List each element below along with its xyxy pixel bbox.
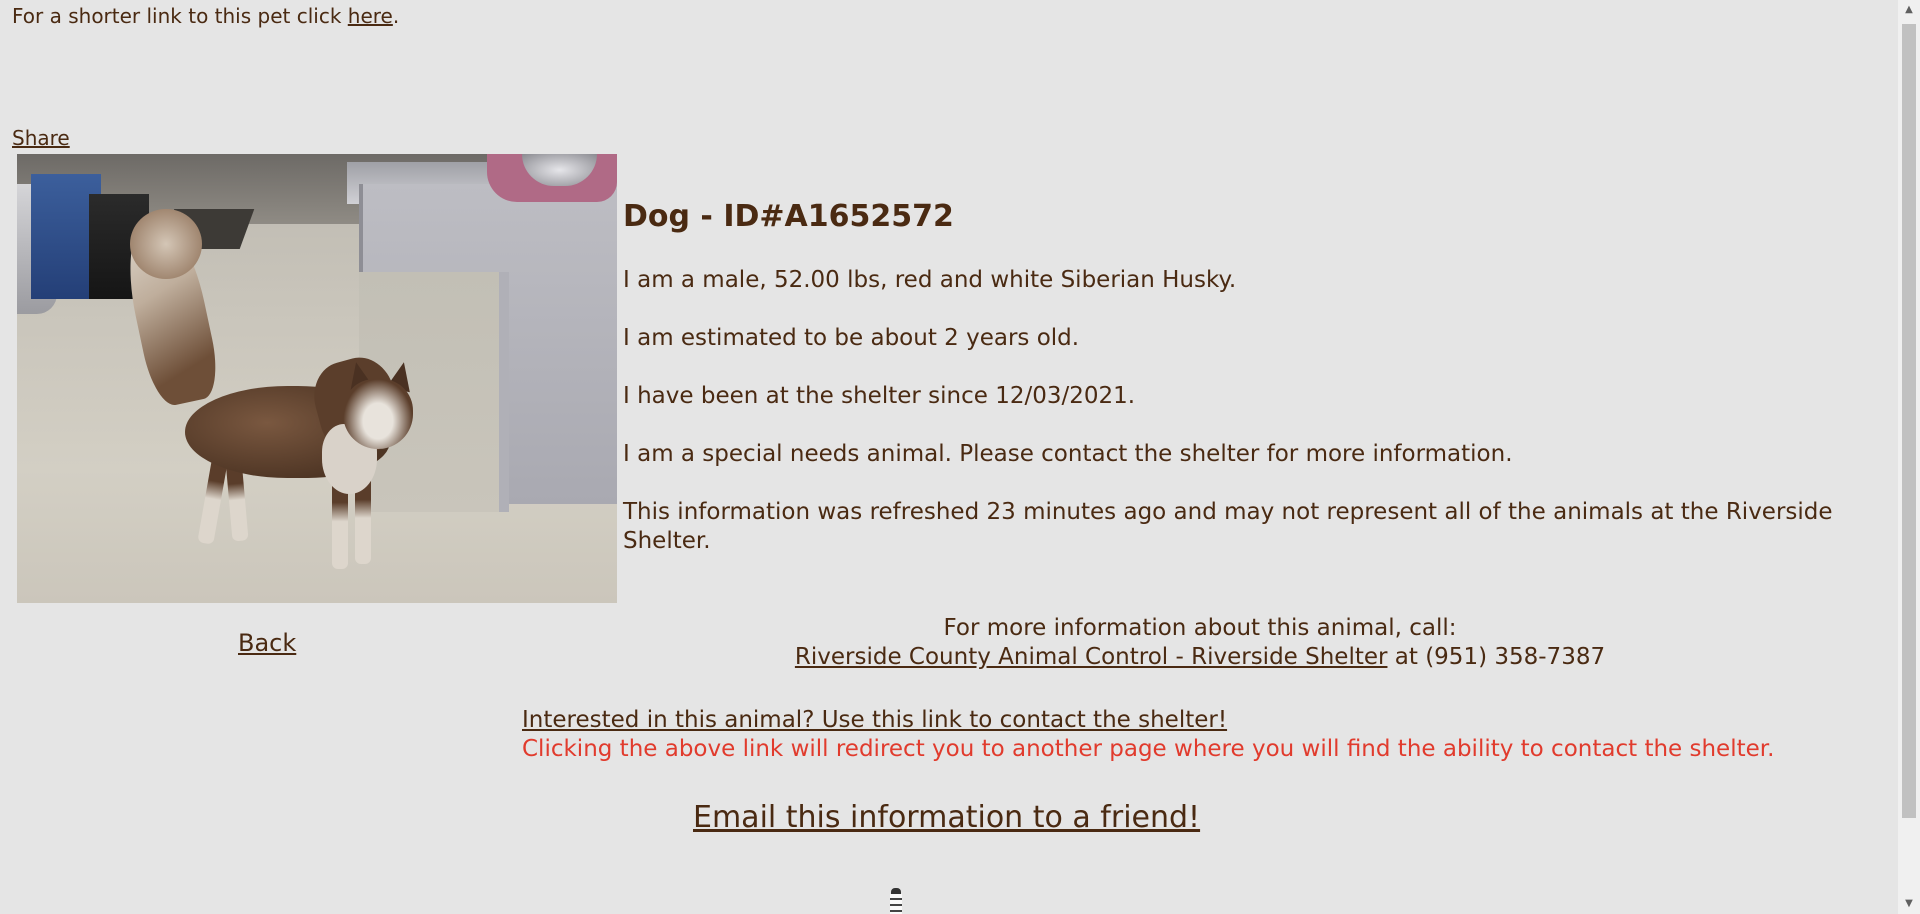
short-link-here[interactable]: here	[348, 4, 393, 28]
refresh-note: This information was refreshed 23 minute…	[623, 499, 1833, 554]
call-line: Riverside County Animal Control - Rivers…	[700, 643, 1700, 672]
share-link[interactable]: Share	[12, 126, 70, 150]
triangle-down-icon[interactable]: ▼	[1898, 894, 1920, 914]
call-info: For more information about this animal, …	[700, 614, 1700, 672]
redirect-warning: Clicking the above link will redirect yo…	[522, 736, 1775, 762]
animal-intake-date: I have been at the shelter since 12/03/2…	[623, 383, 1136, 409]
short-link-line: For a shorter link to this pet click her…	[12, 4, 399, 28]
shelter-link[interactable]: Riverside County Animal Control - Rivers…	[795, 644, 1388, 670]
scrollbar-thumb[interactable]	[1902, 24, 1916, 818]
pet-photo	[17, 154, 617, 603]
animal-description: I am a male, 52.00 lbs, red and white Si…	[623, 267, 1237, 293]
short-link-suffix: .	[392, 4, 400, 28]
back-link[interactable]: Back	[238, 628, 296, 658]
contact-block: Interested in this animal? Use this link…	[522, 706, 1774, 764]
shelter-phone: at (951) 358-7387	[1387, 644, 1606, 670]
lighthouse-body	[890, 894, 902, 914]
vertical-scrollbar[interactable]: ▲ ▼	[1898, 0, 1920, 914]
email-friend-link[interactable]: Email this information to a friend!	[693, 799, 1200, 837]
animal-special-needs: I am a special needs animal. Please cont…	[623, 441, 1513, 467]
contact-shelter-link[interactable]: Interested in this animal? Use this link…	[522, 707, 1227, 733]
animal-info: Dog - ID#A1652572 I am a male, 52.00 lbs…	[623, 198, 1853, 585]
dog-tail-curl	[130, 209, 202, 279]
triangle-up-icon[interactable]: ▲	[1898, 0, 1920, 20]
dog-head	[343, 379, 413, 449]
animal-age: I am estimated to be about 2 years old.	[623, 325, 1080, 351]
lighthouse-icon	[888, 888, 904, 914]
short-link-prefix: For a shorter link to this pet click	[12, 4, 348, 28]
call-intro: For more information about this animal, …	[943, 615, 1457, 641]
page: For a shorter link to this pet click her…	[0, 0, 1898, 914]
animal-title: Dog - ID#A1652572	[623, 199, 954, 234]
